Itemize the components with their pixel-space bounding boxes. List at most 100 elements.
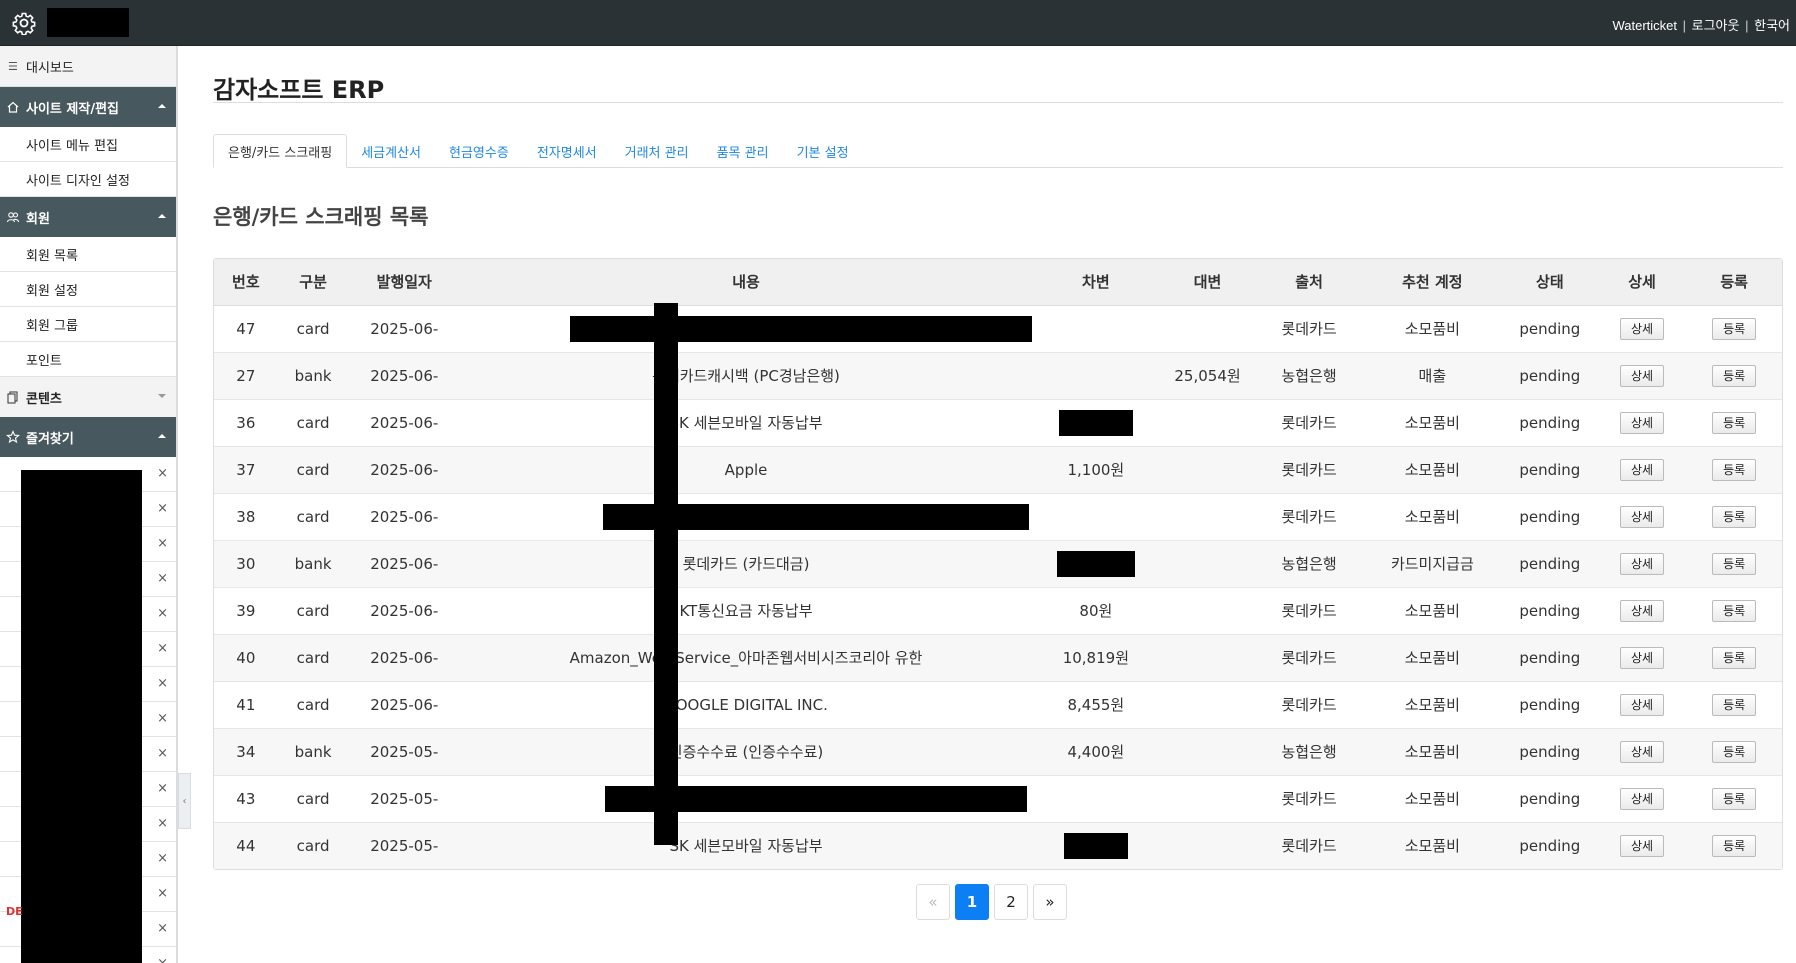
sidebar-collapse-handle[interactable]: ‹ — [178, 773, 191, 829]
sidebar-item-dashboard[interactable]: ☰ 대시보드 — [0, 46, 176, 87]
detail-button[interactable]: 상세 — [1619, 787, 1665, 810]
close-icon[interactable]: × — [157, 711, 168, 726]
close-icon[interactable]: × — [157, 606, 168, 621]
tab-e-statement[interactable]: 전자명세서 — [523, 134, 611, 168]
close-icon[interactable]: × — [157, 956, 168, 963]
sidebar-item-member-list[interactable]: 회원 목록 — [0, 237, 176, 272]
site-logo[interactable] — [47, 8, 129, 37]
close-icon[interactable]: × — [157, 676, 168, 691]
sidebar-section-site[interactable]: 사이트 제작/편집 — [0, 87, 176, 127]
cell-detail: 상세 — [1597, 727, 1687, 775]
sidebar-item-member-settings[interactable]: 회원 설정 — [0, 272, 176, 307]
cell-detail: 상세 — [1597, 680, 1687, 728]
table-row: 43 card 2025-05- 롯데카드 소모품비 pending 상세 등록 — [214, 774, 1782, 822]
sidebar-item-member-groups[interactable]: 회원 그룹 — [0, 307, 176, 342]
detail-button[interactable]: 상세 — [1619, 411, 1665, 434]
cell-type: card — [277, 821, 349, 869]
section-title: 은행/카드 스크래핑 목록 — [213, 205, 429, 229]
sidebar-section-members[interactable]: 회원 — [0, 197, 176, 237]
cell-date: 2025-05- — [348, 727, 461, 775]
tab-cash-receipt[interactable]: 현금영수증 — [435, 134, 523, 168]
detail-button[interactable]: 상세 — [1619, 740, 1665, 763]
pagination-next[interactable]: » — [1033, 884, 1067, 920]
close-icon[interactable]: × — [157, 641, 168, 656]
close-icon[interactable]: × — [157, 536, 168, 551]
table-row: 27 bank 2025-06- 롯데카드캐시백 (PC경남은행) 25,054원 농협은… — [214, 351, 1782, 399]
cell-date: 2025-06- — [348, 492, 461, 540]
user-link[interactable]: Waterticket — [1612, 18, 1677, 33]
cell-content: 롯데카드캐시백 (PC경남은행) — [460, 351, 1033, 399]
cell-type: card — [277, 633, 349, 681]
cell-content: 롯데카드 (카드대금) — [460, 539, 1033, 587]
pagination-page[interactable]: 2 — [994, 884, 1028, 920]
detail-button[interactable]: 상세 — [1619, 693, 1665, 716]
sidebar-item-design-settings[interactable]: 사이트 디자인 설정 — [0, 162, 176, 197]
chevron-left-icon: ‹ — [182, 795, 187, 807]
register-button[interactable]: 등록 — [1712, 552, 1757, 575]
detail-button[interactable]: 상세 — [1619, 317, 1665, 340]
close-icon[interactable]: × — [157, 466, 168, 481]
close-icon[interactable]: × — [157, 816, 168, 831]
register-button[interactable]: 등록 — [1712, 411, 1757, 434]
register-button[interactable]: 등록 — [1712, 505, 1757, 528]
tab-settings[interactable]: 기본 설정 — [783, 134, 863, 168]
cell-register: 등록 — [1686, 633, 1782, 681]
pagination-page[interactable]: 1 — [955, 884, 989, 920]
detail-button[interactable]: 상세 — [1619, 834, 1665, 857]
register-button[interactable]: 등록 — [1712, 364, 1757, 387]
pagination-prev[interactable]: « — [916, 884, 950, 920]
register-button[interactable]: 등록 — [1712, 599, 1757, 622]
tab-clients[interactable]: 거래처 관리 — [611, 134, 703, 168]
detail-button[interactable]: 상세 — [1619, 646, 1665, 669]
sidebar-section-favorites[interactable]: 즐겨찾기 — [0, 417, 176, 457]
cell-type: card — [277, 680, 349, 728]
close-icon[interactable]: × — [157, 886, 168, 901]
cell-date: 2025-06- — [348, 445, 461, 493]
register-button[interactable]: 등록 — [1712, 693, 1757, 716]
cell-account: 소모품비 — [1362, 633, 1502, 681]
close-icon[interactable]: × — [157, 921, 168, 936]
pagination: « 1 2 » — [916, 884, 1067, 920]
cell-type: card — [277, 492, 349, 540]
detail-button[interactable]: 상세 — [1619, 599, 1665, 622]
home-icon — [7, 101, 19, 113]
redacted-content — [570, 315, 1033, 342]
register-button[interactable]: 등록 — [1712, 317, 1757, 340]
cell-date: 2025-05- — [348, 821, 461, 869]
close-icon[interactable]: × — [157, 501, 168, 516]
cell-credit — [1159, 774, 1256, 822]
gear-icon[interactable] — [12, 11, 36, 35]
close-icon[interactable]: × — [157, 851, 168, 866]
register-button[interactable]: 등록 — [1712, 646, 1757, 669]
cell-debit: 8,455원 — [1032, 680, 1160, 728]
close-icon[interactable]: × — [157, 781, 168, 796]
register-button[interactable]: 등록 — [1712, 834, 1757, 857]
register-button[interactable]: 등록 — [1712, 740, 1757, 763]
tab-scraping[interactable]: 은행/카드 스크래핑 — [213, 134, 348, 168]
language-link[interactable]: 한국어 — [1754, 18, 1790, 33]
cell-type: card — [277, 774, 349, 822]
register-button[interactable]: 등록 — [1712, 787, 1757, 810]
tab-tax-invoice[interactable]: 세금계산서 — [347, 134, 435, 168]
sidebar-item-points[interactable]: 포인트 — [0, 342, 176, 377]
user-nav: Waterticket | 로그아웃 | 한국어 — [1612, 15, 1790, 34]
register-button[interactable]: 등록 — [1712, 458, 1757, 481]
sidebar-section-contents[interactable]: 콘텐츠 — [0, 377, 176, 417]
sidebar-item-menu-edit[interactable]: 사이트 메뉴 편집 — [0, 127, 176, 162]
detail-button[interactable]: 상세 — [1619, 552, 1665, 575]
cell-account: 소모품비 — [1362, 304, 1502, 352]
cell-status: pending — [1501, 727, 1598, 775]
cell-detail: 상세 — [1597, 351, 1687, 399]
cell-content: GOOGLE DIGITAL INC. — [460, 680, 1033, 728]
tab-items[interactable]: 품목 관리 — [703, 134, 783, 168]
cell-register: 등록 — [1686, 304, 1782, 352]
cell-status: pending — [1501, 351, 1598, 399]
logout-link[interactable]: 로그아웃 — [1692, 18, 1740, 33]
detail-button[interactable]: 상세 — [1619, 505, 1665, 528]
table-row: 39 card 2025-06- KT통신요금 자동납부 80원 롯데카드 소모품비 pend… — [214, 586, 1782, 634]
close-icon[interactable]: × — [157, 746, 168, 761]
close-icon[interactable]: × — [157, 571, 168, 586]
detail-button[interactable]: 상세 — [1619, 458, 1665, 481]
cell-source: 롯데카드 — [1255, 774, 1363, 822]
detail-button[interactable]: 상세 — [1619, 364, 1665, 387]
